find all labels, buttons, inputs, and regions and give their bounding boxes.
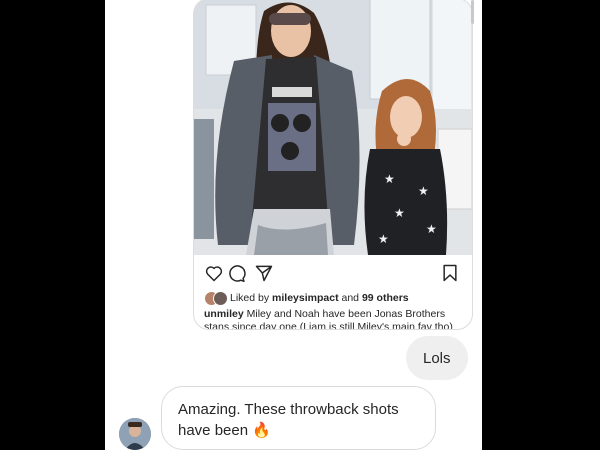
likes-middle: and (341, 292, 360, 304)
comment-icon[interactable] (226, 263, 246, 283)
outgoing-message-bubble[interactable]: Lols (406, 336, 468, 380)
bookmark-icon[interactable] (440, 263, 460, 283)
svg-text:★: ★ (394, 206, 405, 220)
post-photo[interactable]: ★ ★ ★ ★ ★ (194, 0, 472, 255)
caption-fade (204, 328, 462, 329)
liker-avatars (204, 291, 228, 306)
svg-text:★: ★ (384, 172, 395, 186)
scroll-indicator[interactable] (471, 0, 474, 24)
post-actions-bar (204, 263, 460, 283)
likes-others[interactable]: 99 others (362, 292, 409, 304)
fire-emoji: 🔥 (252, 422, 271, 439)
outgoing-message-text: Lols (423, 349, 451, 367)
incoming-message-bubble[interactable]: Amazing. These throwback shots have been… (161, 386, 436, 450)
sender-avatar[interactable] (119, 418, 151, 450)
post-caption: unmiley Miley and Noah have been Jonas B… (204, 308, 462, 329)
svg-text:★: ★ (418, 184, 429, 198)
svg-text:★: ★ (378, 232, 389, 246)
likes-prefix: Liked by (230, 292, 270, 304)
incoming-message-line-2-text: have been (178, 422, 249, 439)
heart-icon[interactable] (204, 263, 224, 283)
liker-avatar (213, 291, 228, 306)
share-icon[interactable] (254, 263, 274, 283)
dm-thread: ★ ★ ★ ★ ★ Liked by mileysimpact and 99 o… (105, 0, 482, 450)
svg-text:★: ★ (426, 222, 437, 236)
incoming-message-line-1: Amazing. These throwback shots (178, 401, 399, 418)
incoming-message-line-2: have been 🔥 (178, 420, 419, 441)
likes-row[interactable]: Liked by mileysimpact and 99 others (204, 290, 409, 306)
caption-username[interactable]: unmiley (204, 308, 244, 320)
likes-user[interactable]: mileysimpact (272, 292, 339, 304)
shared-post-card[interactable]: ★ ★ ★ ★ ★ Liked by mileysimpact and 99 o… (193, 0, 473, 330)
